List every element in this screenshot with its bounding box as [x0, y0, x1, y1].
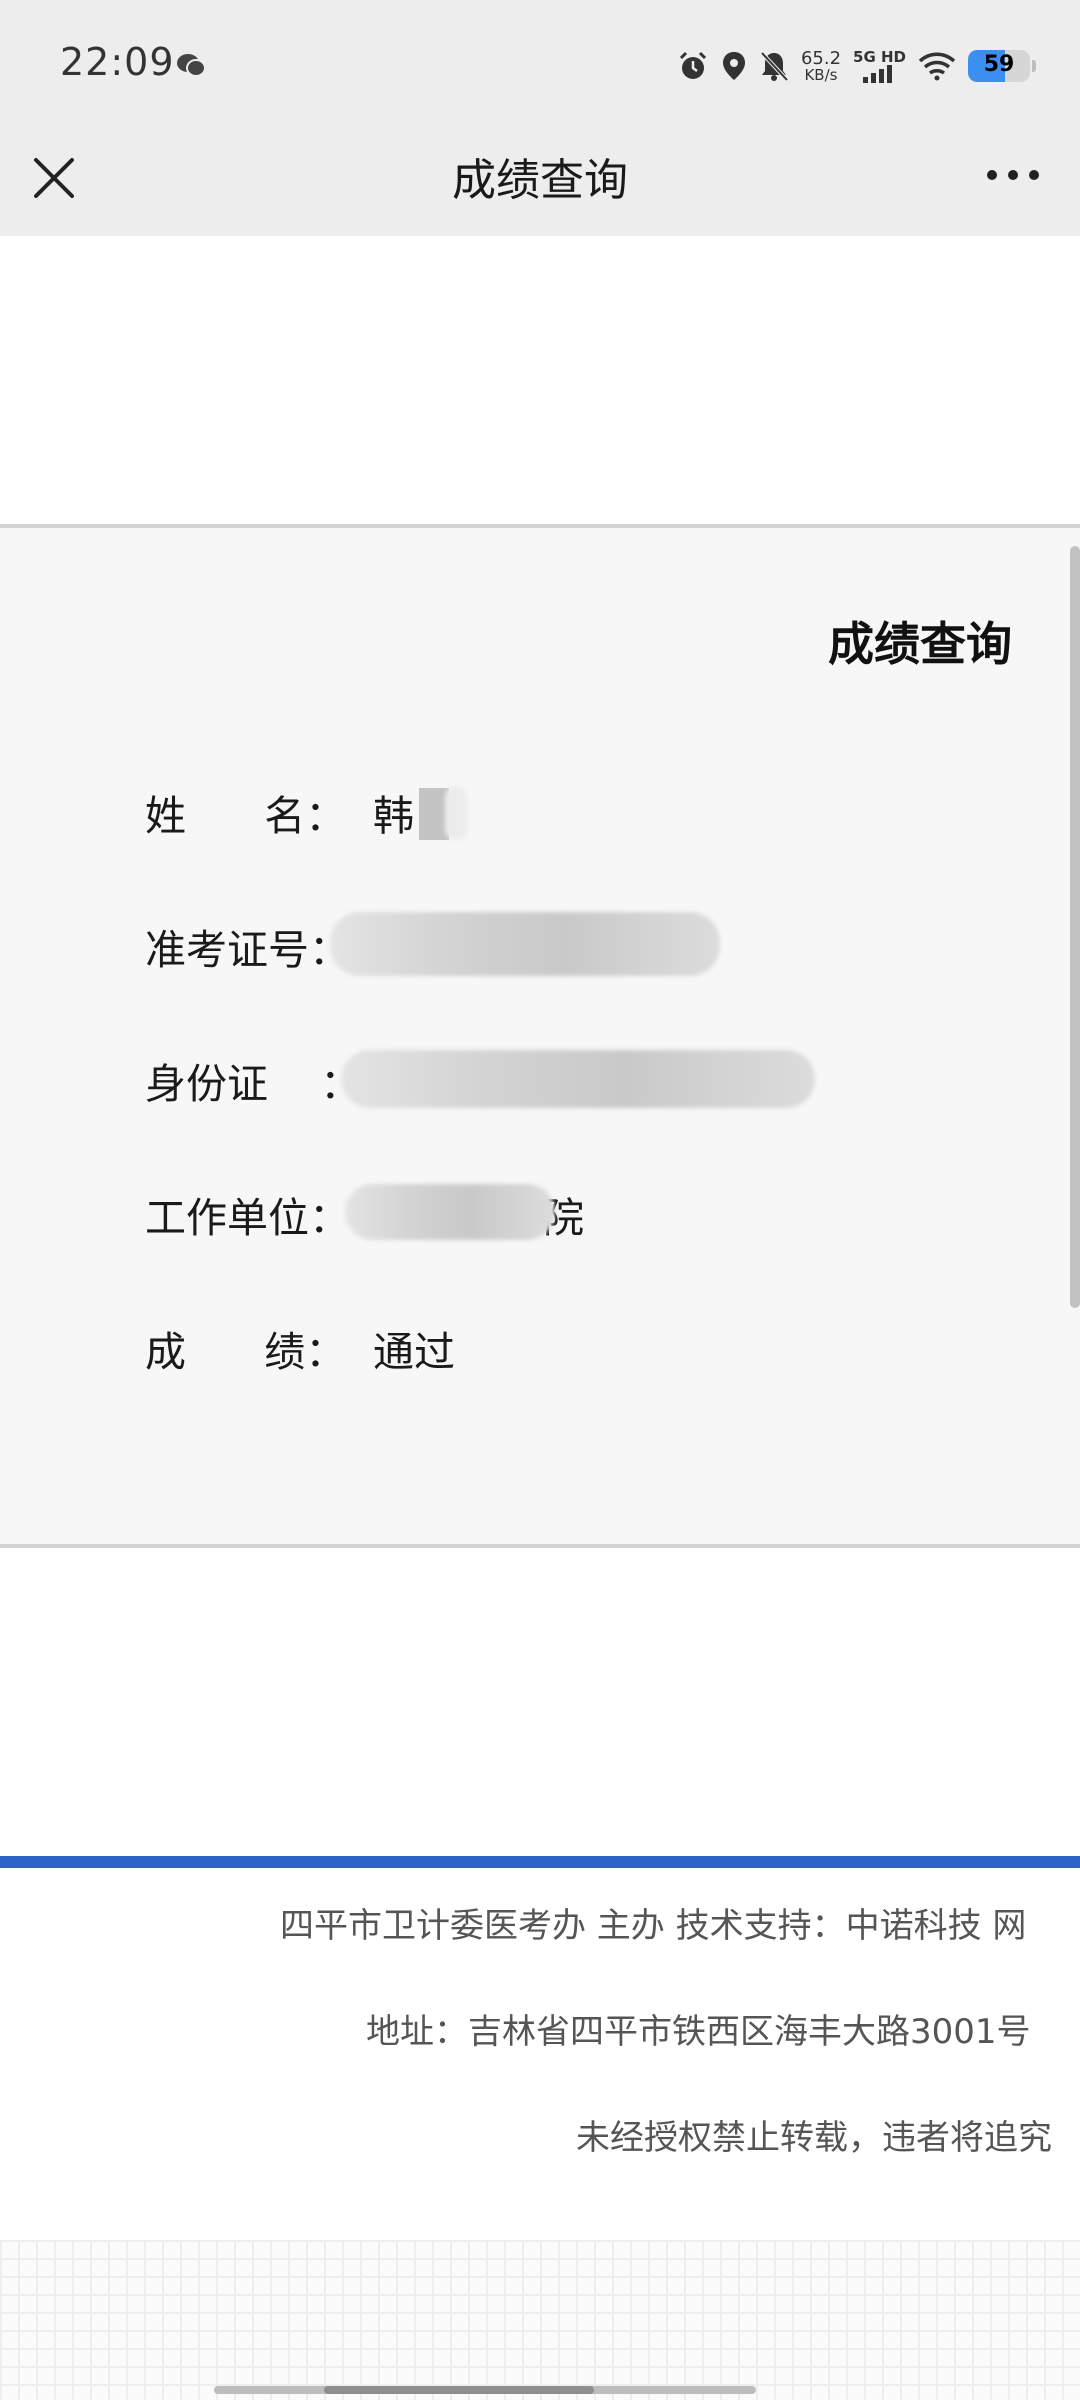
row-label: 成 绩：: [145, 1328, 347, 1376]
wechat-icon: [177, 54, 206, 77]
row-label: 工作单位：: [145, 1194, 350, 1242]
redaction-mosaic: [345, 1184, 555, 1240]
battery-level: 59: [983, 52, 1015, 77]
network-type: 5G HD: [853, 47, 906, 66]
result-card: 成绩查询 姓 名： 韩 准考证号： 身份证 ： 10 工作单位： 院 成 绩： …: [0, 524, 1080, 1548]
wifi-icon: [918, 52, 956, 81]
alarm-icon: [679, 51, 706, 79]
redaction-mosaic: [445, 786, 467, 840]
battery-tip: [1032, 60, 1036, 72]
row-value: 韩: [373, 792, 414, 840]
location-icon: [722, 52, 745, 80]
scrollbar-thumb[interactable]: [324, 2386, 594, 2394]
horizontal-scrollbar[interactable]: [214, 2386, 756, 2394]
page-title: 成绩查询: [452, 155, 628, 206]
row-label: 身份证 ：: [145, 1060, 362, 1108]
status-bar: 22:09 65.2 KB/s 5G HD 59: [0, 0, 1080, 132]
row-value: 通过: [373, 1328, 455, 1376]
footer-host-text: 四平市卫计委医考办 主办 技术支持：中诺科技 网: [280, 1906, 1027, 1946]
redaction-mosaic: [341, 1050, 815, 1108]
battery-icon: 59: [968, 50, 1030, 82]
signal-icon: [862, 64, 892, 83]
grid-background: [0, 2240, 1080, 2400]
card-scrollbar[interactable]: [1070, 546, 1080, 1308]
top-blank-area: [0, 236, 1080, 524]
row-label: 姓 名：: [145, 792, 347, 840]
mute-icon: [760, 51, 789, 82]
status-time: 22:09: [60, 40, 175, 84]
nav-bar: 成绩查询: [0, 132, 1080, 236]
redaction-mosaic: [330, 912, 720, 976]
row-label: 准考证号：: [145, 926, 350, 974]
card-title: 成绩查询: [828, 617, 1012, 671]
status-icons: 65.2 KB/s 5G HD 59: [677, 44, 1036, 88]
footer-copyright-text: 未经授权禁止转载，违者将追究: [576, 2118, 1052, 2158]
net-speed-unit: KB/s: [804, 65, 838, 84]
footer-accent-line: [0, 1856, 1080, 1868]
footer-address-text: 地址：吉林省四平市铁西区海丰大路3001号: [366, 2012, 1031, 2052]
net-speed-value: 65.2: [800, 47, 842, 69]
more-icon[interactable]: [984, 160, 1042, 190]
